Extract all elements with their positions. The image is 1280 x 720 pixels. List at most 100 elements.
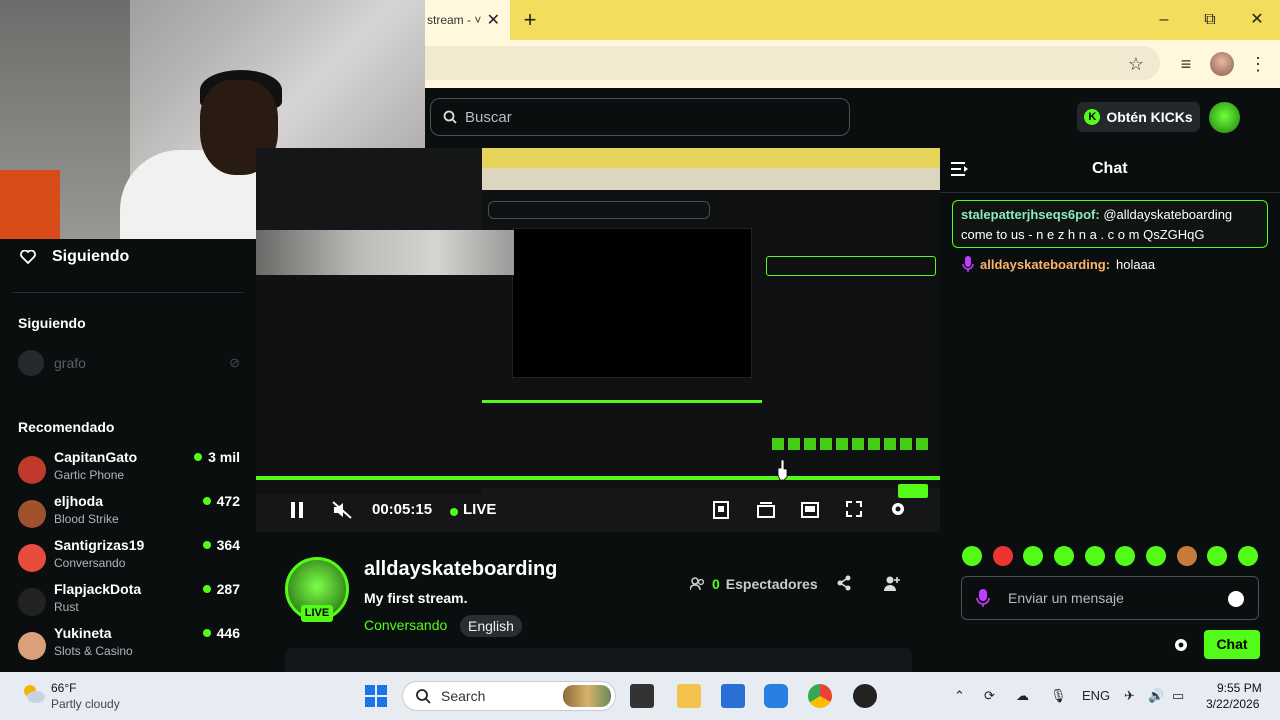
progress-bar[interactable] — [256, 476, 940, 480]
bookmark-star-icon[interactable]: ☆ — [1124, 52, 1148, 76]
recommended-channel[interactable]: FlapjackDota Rust 287 — [18, 581, 240, 623]
battery-icon[interactable]: ▭ — [1172, 688, 1184, 704]
emote-icon[interactable] — [1207, 546, 1228, 566]
close-window-button[interactable]: ✕ — [1243, 8, 1271, 32]
microphone-tray-icon[interactable]: 🎙 — [1050, 688, 1067, 704]
recommended-section-title: Recomendado — [18, 419, 115, 435]
stream-category-link[interactable]: Conversando — [364, 617, 447, 633]
mouse-pointer-icon — [778, 460, 788, 480]
following-nav-item[interactable]: Siguiendo — [20, 248, 129, 266]
pause-icon[interactable] — [290, 502, 304, 518]
avatar — [18, 588, 46, 616]
taskbar-search-label: Search — [441, 688, 486, 704]
viewer-number: 0 — [712, 576, 720, 592]
chat-divider — [940, 192, 1280, 193]
avatar — [18, 500, 46, 528]
minimize-button[interactable]: – — [1150, 8, 1178, 32]
recommended-channel[interactable]: Yukineta Slots & Casino 446 — [18, 625, 240, 667]
language-tag[interactable]: English — [460, 615, 522, 637]
emote-icon[interactable] — [1115, 546, 1136, 566]
microphone-icon — [976, 589, 990, 607]
emote-icon[interactable] — [1053, 546, 1074, 566]
profile-avatar[interactable] — [1210, 52, 1234, 76]
emote-icon[interactable] — [1023, 546, 1044, 566]
fullscreen-icon[interactable] — [846, 501, 862, 517]
recommended-channel[interactable]: Santigrizas19 Conversando 364 — [18, 537, 240, 579]
follow-user-icon[interactable] — [884, 575, 900, 591]
weather-temperature[interactable]: 66°F — [51, 681, 76, 695]
share-icon[interactable] — [836, 575, 852, 591]
heart-icon — [20, 250, 36, 264]
get-kicks-button[interactable]: K Obtén KICKs — [1077, 102, 1200, 132]
settings-gear-icon[interactable] — [889, 500, 907, 518]
cloud-offline-icon[interactable]: ☁ — [1016, 688, 1029, 704]
channel-category: Rust — [54, 600, 79, 614]
new-tab-button[interactable]: + — [518, 8, 542, 32]
send-chat-button[interactable]: Chat — [1204, 630, 1260, 659]
emote-icon[interactable] — [1237, 546, 1258, 566]
chat-message-highlighted[interactable]: stalepatterjhseqs6pof: @alldayskateboard… — [952, 200, 1268, 248]
channel-name: grafo — [54, 355, 86, 371]
partly-cloudy-icon[interactable] — [20, 682, 46, 704]
channel-name: CapitanGato — [54, 449, 138, 465]
channel-name[interactable]: alldayskateboarding — [364, 558, 557, 581]
language-indicator[interactable]: ENG — [1082, 688, 1110, 703]
airplane-mode-icon[interactable]: ✈ — [1124, 688, 1135, 704]
chat-input-placeholder: Enviar un mensaje — [1008, 590, 1124, 606]
chat-username[interactable]: alldayskateboarding: — [980, 257, 1110, 272]
search-input[interactable]: Buscar — [430, 98, 850, 136]
chat-message-input[interactable]: Enviar un mensaje — [961, 576, 1259, 620]
obs-icon[interactable] — [853, 684, 877, 708]
viewer-count: 364 — [202, 537, 240, 553]
volume-icon[interactable]: 🔊 — [1148, 688, 1164, 704]
channel-category: Gartic Phone — [54, 468, 125, 482]
emote-icon[interactable] — [1084, 546, 1105, 566]
emote-icon[interactable] — [962, 546, 982, 566]
emote-icon[interactable] — [1176, 546, 1197, 566]
emote-icon[interactable] — [1145, 546, 1166, 566]
get-kicks-label: Obtén KICKs — [1106, 109, 1193, 125]
outlook-icon[interactable] — [764, 684, 788, 708]
file-explorer-icon[interactable] — [677, 684, 701, 708]
weather-description[interactable]: Partly cloudy — [51, 697, 120, 711]
show-hidden-icons-icon[interactable]: ⌃ — [954, 688, 965, 704]
clip-icon[interactable] — [713, 501, 729, 519]
nested-stream-sidebar — [256, 244, 482, 494]
windows-start-icon[interactable] — [364, 684, 388, 708]
microsoft-store-icon[interactable] — [721, 684, 745, 708]
task-view-icon[interactable] — [630, 684, 654, 708]
address-bar[interactable] — [425, 46, 1160, 80]
viewer-count: 3 mil — [194, 449, 240, 465]
recommended-channel[interactable]: CapitanGato Gartic Phone 3 mil — [18, 449, 240, 491]
cast-icon[interactable] — [757, 501, 775, 519]
clock-date[interactable]: 3/22/2026 — [1206, 697, 1259, 711]
chat-settings-gear-icon[interactable] — [1173, 637, 1189, 653]
browser-tab[interactable]: stream - ˅ ✕ — [425, 0, 510, 40]
viewer-count: 287 — [202, 581, 240, 597]
nested-stream-capture — [482, 148, 940, 498]
tab-close-icon[interactable]: ✕ — [487, 10, 500, 30]
live-dot — [202, 629, 211, 637]
taskbar-search-box[interactable]: Search — [402, 681, 616, 711]
users-icon — [690, 577, 705, 591]
chat-username[interactable]: stalepatterjhseqs6pof: — [961, 207, 1100, 222]
collapse-chat-icon[interactable] — [950, 160, 970, 178]
maximize-button[interactable]: ⧉ — [1196, 8, 1224, 32]
media-controls-icon[interactable]: ≡ — [1174, 52, 1198, 76]
user-avatar[interactable] — [1209, 102, 1240, 133]
chat-message[interactable]: alldayskateboarding: holaaa — [962, 256, 1155, 272]
channel-category: Conversando — [54, 556, 126, 570]
menu-dots-icon[interactable]: ⋮ — [1246, 52, 1270, 76]
emoji-picker-icon[interactable] — [1228, 591, 1244, 607]
emote-icon[interactable] — [992, 546, 1013, 566]
theater-mode-icon[interactable] — [801, 502, 819, 518]
recommended-channel[interactable]: eljhoda Blood Strike 472 — [18, 493, 240, 535]
sync-icon[interactable]: ⟳ — [984, 688, 995, 704]
video-player[interactable]: 00:05:15 LIVE — [256, 148, 940, 532]
mute-icon[interactable] — [332, 501, 352, 519]
chrome-icon[interactable] — [808, 684, 832, 708]
search-icon — [443, 110, 457, 124]
chat-title: Chat — [1092, 160, 1128, 177]
clock-time[interactable]: 9:55 PM — [1217, 681, 1262, 695]
followed-channel-grafo[interactable]: grafo ⊘ — [18, 350, 240, 376]
